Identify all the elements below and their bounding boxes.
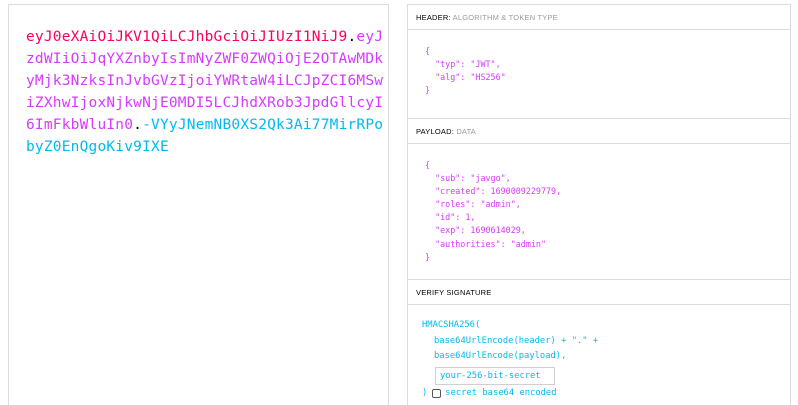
payload-subtitle: DATA — [456, 127, 477, 136]
close-brace: } — [425, 85, 431, 96]
json-line: "id": 1, — [425, 212, 476, 223]
secret-input[interactable] — [435, 366, 555, 385]
header-subtitle: ALGORITHM & TOKEN TYPE — [452, 13, 558, 22]
decoded-panel: HEADER: ALGORITHM & TOKEN TYPE { "typ": … — [407, 4, 791, 405]
close-brace: } — [425, 251, 431, 262]
json-line: "sub": "javgo", — [425, 173, 511, 184]
json-line: "created": 1690009229779, — [425, 186, 562, 197]
verify-section-title: VERIFY SIGNATURE — [408, 280, 790, 305]
token-separator: . — [133, 117, 143, 133]
json-line: "exp": 1690614029, — [425, 225, 526, 236]
encoded-token-panel[interactable]: eyJ0eXAiOiJKV1QiLCJhbGciOiJIUzI1NiJ9.eyJ… — [8, 4, 389, 405]
json-line: "authorities": "admin" — [425, 238, 547, 249]
payload-section-title: PAYLOAD: DATA — [408, 119, 790, 144]
header-title: HEADER: — [416, 13, 451, 22]
json-line: "alg": "HS256" — [425, 72, 506, 83]
payload-json-editor[interactable]: { "sub": "javgo", "created": 16900092297… — [408, 144, 790, 280]
encode-payload-line: base64UrlEncode(payload), — [434, 351, 567, 361]
verify-signature-body: HMACSHA256( base64UrlEncode(header) + ".… — [408, 305, 790, 401]
base64-checkbox[interactable] — [432, 388, 442, 398]
encode-header-line: base64UrlEncode(header) + "." + — [434, 335, 599, 346]
payload-title: PAYLOAD: — [416, 127, 455, 136]
verify-title: VERIFY SIGNATURE — [416, 288, 492, 297]
json-line: "roles": "admin", — [425, 199, 521, 210]
header-section-title: HEADER: ALGORITHM & TOKEN TYPE — [408, 5, 790, 30]
json-line: "typ": "JWT", — [425, 59, 501, 70]
token-header-part: eyJ0eXAiOiJKV1QiLCJhbGciOiJIUzI1NiJ9 — [26, 29, 348, 45]
header-json-editor[interactable]: { "typ": "JWT", "alg": "HS256" } — [408, 30, 790, 119]
open-brace: { — [425, 160, 431, 170]
encoded-token-text[interactable]: eyJ0eXAiOiJKV1QiLCJhbGciOiJIUzI1NiJ9.eyJ… — [26, 26, 384, 158]
hmac-function-open: HMACSHA256( — [422, 320, 481, 330]
hmac-function-close: ) — [422, 387, 428, 398]
checkbox-row: ) secret base64 encoded — [422, 386, 790, 402]
base64-checkbox-label[interactable]: secret base64 encoded — [445, 386, 556, 402]
open-brace: { — [425, 46, 431, 56]
